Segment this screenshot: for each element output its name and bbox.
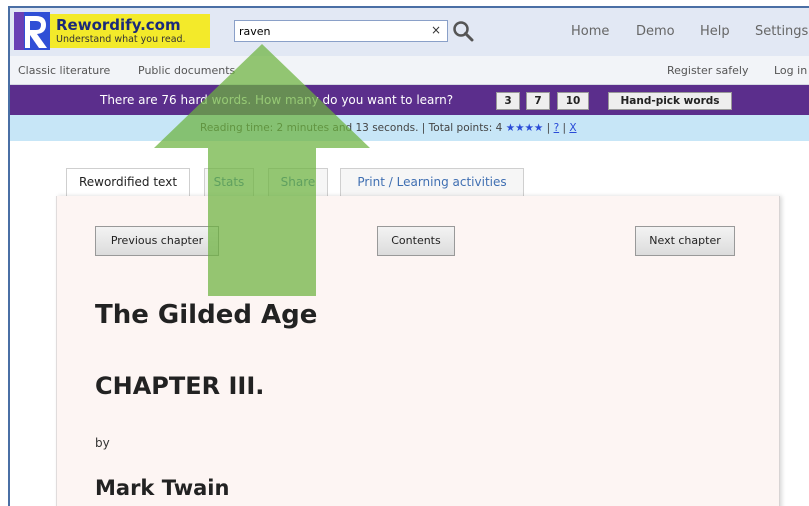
brand-tagline: Understand what you read.: [56, 34, 186, 45]
tab-stats[interactable]: Stats: [204, 168, 254, 196]
author-name: Mark Twain: [95, 476, 230, 500]
site-header: Rewordify.com Understand what you read. …: [10, 8, 809, 56]
tab-print-learning-activities[interactable]: Print / Learning activities: [340, 168, 524, 196]
points-stars: ★★★★: [505, 122, 544, 134]
close-bar-link[interactable]: X: [569, 122, 576, 134]
nav-demo-link[interactable]: Demo: [636, 24, 675, 39]
sub-navigation: Classic literature Public documents Regi…: [10, 56, 809, 85]
byline-label: by: [95, 436, 110, 450]
next-chapter-button[interactable]: Next chapter: [635, 226, 735, 256]
document-panel: Previous chapter Contents Next chapter T…: [56, 196, 780, 506]
separator: |: [559, 122, 570, 134]
register-link[interactable]: Register safely: [667, 64, 748, 77]
classic-literature-link[interactable]: Classic literature: [18, 64, 110, 77]
contents-button[interactable]: Contents: [377, 226, 455, 256]
previous-chapter-button[interactable]: Previous chapter: [95, 226, 219, 256]
chapter-heading: CHAPTER III.: [95, 372, 265, 400]
learn-10-button[interactable]: 10: [557, 92, 589, 110]
separator: |: [543, 122, 554, 134]
hard-words-prompt: There are 76 hard words. How many do you…: [100, 93, 454, 107]
login-link[interactable]: Log in: [774, 64, 807, 77]
clear-search-icon[interactable]: ×: [431, 23, 441, 37]
search-box: ×: [234, 20, 448, 42]
search-icon[interactable]: [452, 20, 474, 42]
nav-home-link[interactable]: Home: [571, 24, 609, 39]
search-input[interactable]: [239, 23, 419, 39]
brand-name: Rewordify.com: [56, 16, 181, 34]
learn-7-button[interactable]: 7: [526, 92, 550, 110]
rewordify-logo-icon[interactable]: [14, 12, 50, 50]
browser-frame: Rewordify.com Understand what you read. …: [8, 6, 809, 506]
hand-pick-words-button[interactable]: Hand-pick words: [608, 92, 732, 110]
reading-time-text: Reading time: 2 minutes and 13 seconds. …: [200, 122, 503, 134]
tab-share[interactable]: Share: [268, 168, 328, 196]
public-documents-link[interactable]: Public documents: [138, 64, 235, 77]
hard-words-bar: There are 76 hard words. How many do you…: [10, 85, 809, 115]
learn-3-button[interactable]: 3: [496, 92, 520, 110]
nav-settings-link[interactable]: Settings: [755, 24, 808, 39]
nav-help-link[interactable]: Help: [700, 24, 730, 39]
reading-time-info: Reading time: 2 minutes and 13 seconds. …: [200, 122, 577, 134]
brand-box[interactable]: Rewordify.com Understand what you read.: [50, 14, 210, 48]
tab-rewordified-text[interactable]: Rewordified text: [66, 168, 190, 198]
document-title: The Gilded Age: [95, 300, 318, 330]
reading-time-bar: Reading time: 2 minutes and 13 seconds. …: [10, 115, 809, 141]
